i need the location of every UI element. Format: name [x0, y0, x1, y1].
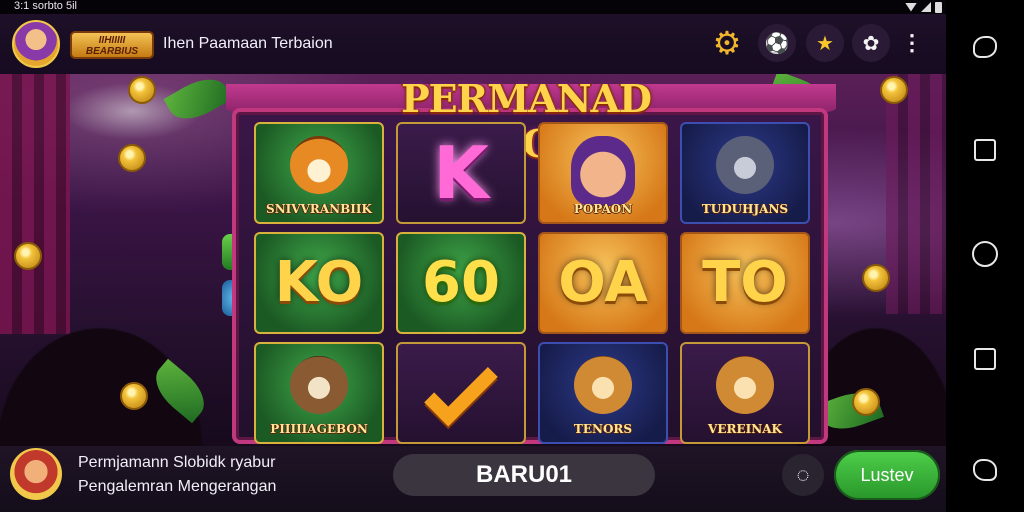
assistant-icon[interactable]: [972, 34, 998, 60]
signal-icon: [921, 2, 931, 12]
symbol-text: TO: [702, 250, 788, 315]
coin-decoration: [852, 388, 880, 416]
bottom-bar: Permjamann Slobidk ryabur Pengalemran Me…: [0, 446, 946, 512]
reel-column: SNIVVRANBIIK KO PIIIIIAGEBON: [254, 122, 384, 444]
user-avatar[interactable]: [12, 20, 60, 68]
symbol-text: KO: [274, 250, 364, 315]
reel-column: POPAON OA TENORS: [538, 122, 668, 444]
symbol-label: TUDUHJANS: [701, 202, 789, 216]
android-nav-bar: [946, 0, 1024, 512]
reel-cell: OA: [538, 232, 668, 334]
tiger-icon: [290, 136, 348, 194]
reel-cell: TENORS: [538, 342, 668, 444]
reel-cell: SNIVVRANBIIK: [254, 122, 384, 224]
symbol-text: K: [433, 131, 489, 215]
lion-icon: [574, 356, 632, 414]
reel-cell: PIIIIIAGEBON: [254, 342, 384, 444]
status-bar: 3:1 sorbto 5il: [0, 0, 946, 14]
crowd-left: [0, 296, 230, 446]
reel-cell: POPAON: [538, 122, 668, 224]
symbol-label: TENORS: [573, 422, 633, 436]
cat-icon: [290, 356, 348, 414]
promo-line-2: Pengalemran Mengerangan: [78, 478, 277, 495]
system-indicators: [905, 0, 942, 14]
coin-decoration: [128, 76, 156, 104]
cta-button[interactable]: Lustev: [834, 450, 940, 500]
game-stage: PERMANAD SLOT SNIVVRANBIIK KO PIIIIIAGEBON…: [0, 74, 946, 446]
reel-cell: KO: [254, 232, 384, 334]
square-icon[interactable]: [972, 137, 998, 163]
reel-cell: VEREINAK: [680, 342, 810, 444]
coin-decoration: [862, 264, 890, 292]
reel-cell: [396, 342, 526, 444]
leaf-decoration: [163, 74, 233, 129]
symbol-text: 60: [422, 250, 500, 315]
gear-icon[interactable]: ⚙: [708, 24, 746, 62]
symbol-label: SNIVVRANBIIK: [266, 202, 372, 216]
coin-decoration: [118, 144, 146, 172]
symbol-label: VEREINAK: [708, 422, 782, 436]
curtain-right: [886, 74, 946, 314]
wolf-icon: [716, 136, 774, 194]
reel-column: TUDUHJANS TO VEREINAK: [680, 122, 810, 444]
promo-line-1: Permjamann Slobidk ryabur: [78, 454, 276, 471]
coin-decoration: [880, 76, 908, 104]
status-bar-time: 3:1 sorbto 5il: [14, 0, 77, 12]
reel-cell: TO: [680, 232, 810, 334]
app-header: IIHIIIII BEARBIUS Ihen Paamaan Terbaion …: [0, 14, 946, 74]
brand-badge: IIHIIIII BEARBIUS: [70, 31, 154, 59]
settings-icon[interactable]: ✿: [852, 24, 890, 62]
home-icon[interactable]: [972, 241, 998, 267]
checkmark-icon: [424, 352, 498, 427]
header-title: Ihen Paamaan Terbaion: [163, 35, 333, 52]
promo-avatar: [10, 448, 62, 500]
chat-icon[interactable]: ◌: [782, 454, 824, 496]
coin-decoration: [120, 382, 148, 410]
wifi-icon: [905, 2, 917, 12]
soccer-ball-icon[interactable]: ⚽: [758, 24, 796, 62]
recents-icon[interactable]: [972, 346, 998, 372]
promo-code-field[interactable]: BARU01: [393, 454, 655, 496]
reel-cell: K: [396, 122, 526, 224]
star-icon[interactable]: ★: [806, 24, 844, 62]
reel-cell: 60: [396, 232, 526, 334]
coin-decoration: [14, 242, 42, 270]
symbol-label: PIIIIIAGEBON: [270, 422, 368, 436]
symbol-label: POPAON: [573, 202, 633, 216]
symbol-text: OA: [558, 250, 648, 315]
battery-icon: [935, 1, 942, 13]
puzzle-icon[interactable]: [972, 457, 998, 483]
reel-grid[interactable]: SNIVVRANBIIK KO PIIIIIAGEBON K 60 POPAON OA TEN…: [254, 122, 810, 444]
game-title: PERMANAD SLOT: [401, 76, 652, 166]
woman-icon: [571, 136, 635, 206]
reel-column: K 60: [396, 122, 526, 444]
reel-cell: TUDUHJANS: [680, 122, 810, 224]
curtain-left: [0, 74, 70, 334]
more-vertical-icon[interactable]: ⋮: [900, 24, 924, 62]
lion-icon: [716, 356, 774, 414]
